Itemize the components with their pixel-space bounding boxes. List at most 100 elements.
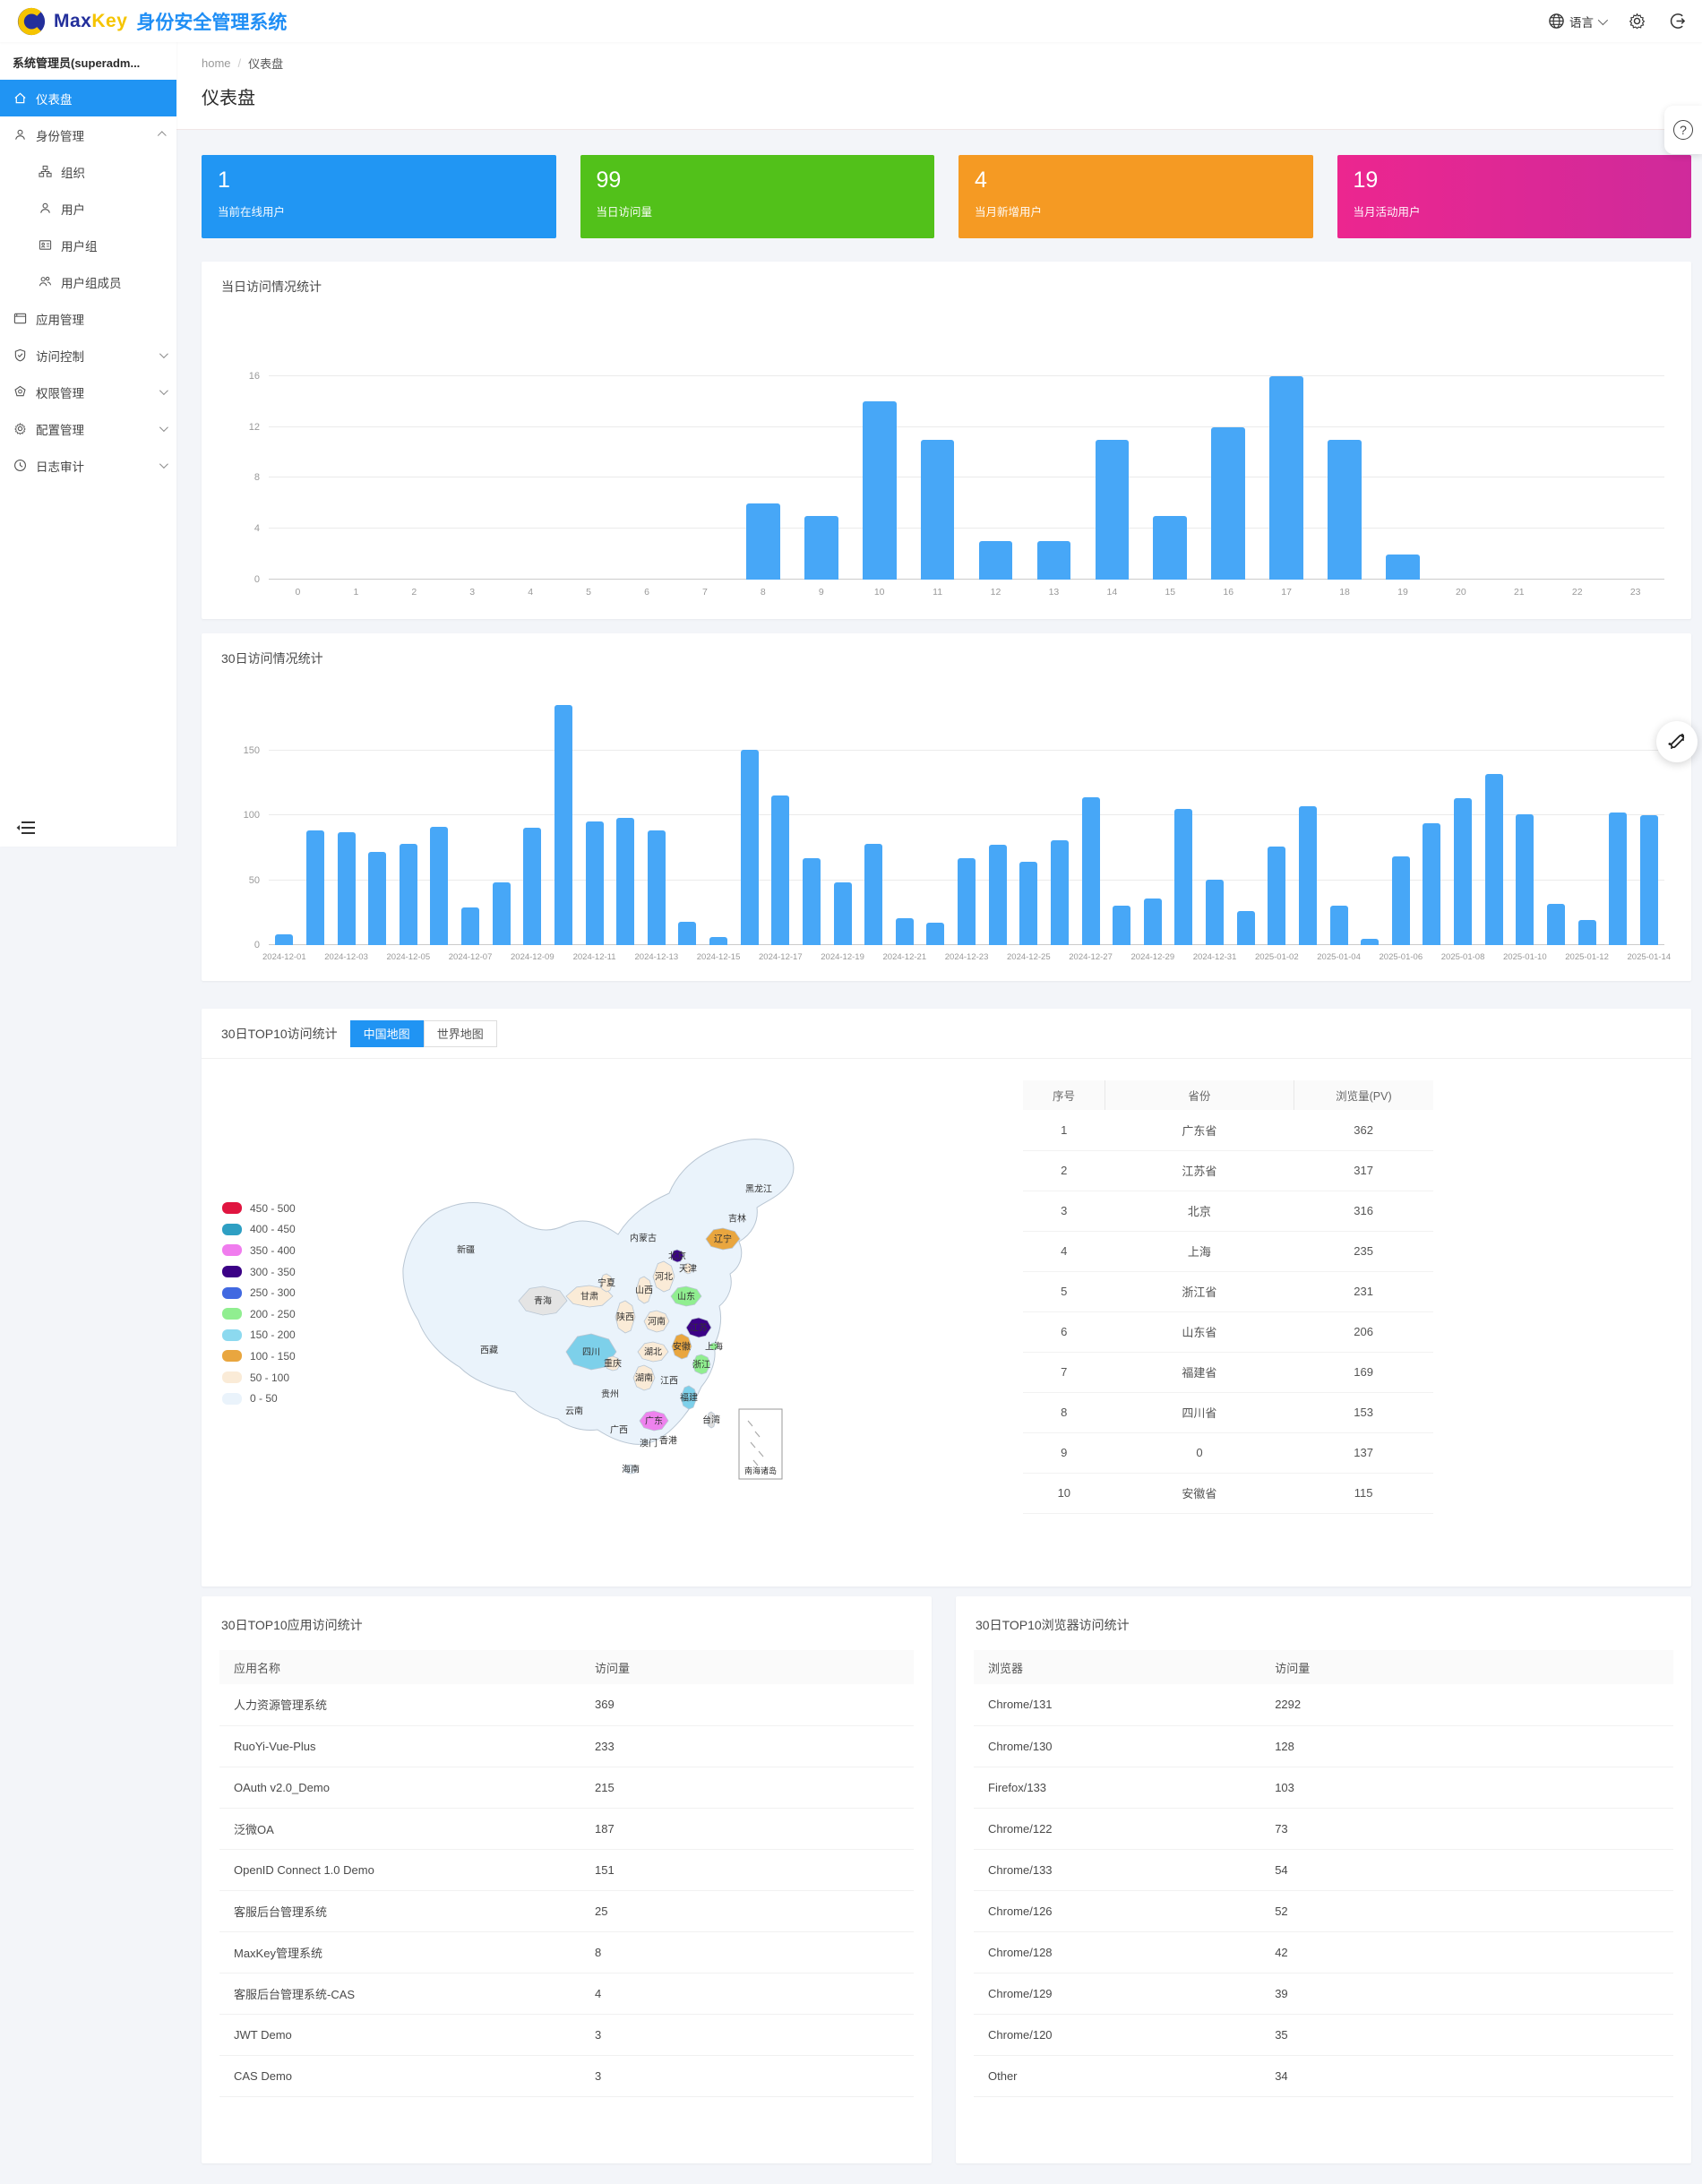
sidebar-item-access-control[interactable]: 访问控制 bbox=[0, 337, 176, 374]
bar-slot bbox=[579, 685, 610, 945]
sidebar-item-audit-logs[interactable]: 日志审计 bbox=[0, 447, 176, 484]
x-axis-label: 12 bbox=[967, 585, 1025, 601]
cell: MaxKey管理系统 bbox=[219, 1931, 580, 1973]
theme-wand-button[interactable] bbox=[1656, 721, 1698, 762]
province-label: 四川 bbox=[582, 1348, 600, 1358]
apps-table: 应用名称 访问量 人力资源管理系统369RuoYi-Vue-Plus233OAu… bbox=[219, 1650, 914, 2097]
bar-slot bbox=[327, 356, 385, 580]
cell: 34 bbox=[1260, 2055, 1673, 2096]
cell: 231 bbox=[1294, 1271, 1433, 1311]
bar bbox=[1361, 939, 1379, 945]
breadcrumb-home[interactable]: home bbox=[202, 56, 231, 70]
legend-swatch bbox=[222, 1224, 242, 1235]
province-label: 重庆 bbox=[604, 1358, 622, 1370]
sidebar-item-organization[interactable]: 组织 bbox=[0, 153, 176, 190]
badge-icon bbox=[13, 385, 27, 399]
cell: 115 bbox=[1294, 1473, 1433, 1513]
bar bbox=[1454, 798, 1472, 945]
bar-slot bbox=[1199, 356, 1258, 580]
bar-slot bbox=[827, 685, 858, 945]
bar bbox=[1299, 806, 1317, 945]
map-legend: 450 - 500400 - 450350 - 400300 - 350250 … bbox=[222, 1198, 296, 1409]
breadcrumb-separator: / bbox=[238, 56, 242, 70]
bars-area bbox=[269, 356, 1664, 580]
china-map[interactable]: 新疆西藏内蒙古黑龙江吉林青海甘肃宁夏陕西山西河北河南湖北湖南四川重庆山东江苏安徽… bbox=[354, 1116, 873, 1501]
monthly-visits-bar-chart: 0501001502024-12-012024-12-032024-12-052… bbox=[219, 687, 1673, 967]
bar bbox=[400, 844, 417, 945]
brand-name: MaxKey bbox=[54, 11, 127, 32]
sidebar-item-group-members[interactable]: 用户组成员 bbox=[0, 263, 176, 300]
language-selector[interactable]: 语言 bbox=[1548, 13, 1605, 30]
sidebar-item-applications[interactable]: 应用管理 bbox=[0, 300, 176, 337]
cell: 8 bbox=[580, 1931, 914, 1973]
stat-card-label: 当日访问量 bbox=[597, 202, 919, 219]
top-header: MaxKey 身份安全管理系统 语言 bbox=[0, 0, 1702, 42]
bar bbox=[1423, 823, 1440, 945]
col-rank: 序号 bbox=[1023, 1080, 1105, 1110]
top10-browsers-title: 30日TOP10浏览器访问统计 bbox=[956, 1596, 1691, 1650]
globe-icon bbox=[1548, 13, 1565, 30]
province-row: 90137 bbox=[1023, 1432, 1433, 1473]
bar-slot bbox=[982, 685, 1013, 945]
help-button[interactable]: ? bbox=[1664, 106, 1702, 154]
province-label: 河南 bbox=[648, 1316, 666, 1328]
browser-row: Chrome/12273 bbox=[974, 1808, 1673, 1849]
province-label: 海南 bbox=[622, 1464, 640, 1475]
sidebar-item-configuration[interactable]: 配置管理 bbox=[0, 410, 176, 447]
bar-slot bbox=[502, 356, 560, 580]
browser-row: Chrome/12842 bbox=[974, 1931, 1673, 1973]
x-axis-label: 2025-01-10 bbox=[1509, 950, 1541, 967]
sidebar-item-users[interactable]: 用户 bbox=[0, 190, 176, 227]
bar bbox=[1153, 516, 1187, 580]
y-axis-tick: 100 bbox=[219, 810, 260, 821]
cell: 3 bbox=[1023, 1191, 1105, 1231]
province-label: 广西 bbox=[610, 1425, 628, 1436]
cell: 8 bbox=[1023, 1392, 1105, 1432]
sidebar-item-user-groups[interactable]: 用户组 bbox=[0, 227, 176, 263]
province-label: 澳门 bbox=[640, 1438, 658, 1449]
bar-slot bbox=[1261, 685, 1293, 945]
sidebar-item-permissions[interactable]: 权限管理 bbox=[0, 374, 176, 410]
stat-cards-row: 1当前在线用户99当日访问量4当月新增用户19当月活动用户 bbox=[202, 155, 1691, 238]
map-tab-china[interactable]: 中国地图 bbox=[350, 1020, 424, 1047]
cell: 浙江省 bbox=[1105, 1271, 1294, 1311]
bar bbox=[461, 907, 479, 945]
bar bbox=[741, 750, 759, 945]
logout-icon[interactable] bbox=[1669, 13, 1686, 30]
top10-region-panel: 30日TOP10访问统计 中国地图世界地图 450 - 500400 - 450… bbox=[202, 1009, 1691, 1586]
province-label: 西藏 bbox=[480, 1346, 498, 1356]
bar bbox=[1269, 376, 1303, 580]
map-tab-world[interactable]: 世界地图 bbox=[424, 1020, 497, 1047]
language-label: 语言 bbox=[1569, 13, 1594, 30]
cell: 5 bbox=[1023, 1271, 1105, 1311]
sidebar-item-dashboard[interactable]: 仪表盘 bbox=[0, 80, 176, 116]
bar-slot bbox=[1603, 685, 1634, 945]
bar-slot bbox=[792, 356, 850, 580]
col-browser-visits: 访问量 bbox=[1260, 1650, 1673, 1684]
bar-slot bbox=[672, 685, 703, 945]
x-axis-label: 2024-12-05 bbox=[393, 950, 425, 967]
cell: 153 bbox=[1294, 1392, 1433, 1432]
bar-slot bbox=[517, 685, 548, 945]
sidebar-item-identity[interactable]: 身份管理 bbox=[0, 116, 176, 153]
app-row: 客服后台管理系统-CAS4 bbox=[219, 1973, 914, 2014]
cell: RuoYi-Vue-Plus bbox=[219, 1725, 580, 1767]
cell: 四川省 bbox=[1105, 1392, 1294, 1432]
cell: Chrome/130 bbox=[974, 1725, 1260, 1767]
bar bbox=[863, 401, 897, 580]
bar bbox=[746, 503, 780, 580]
bar-slot bbox=[1230, 685, 1261, 945]
x-axis-label: 17 bbox=[1258, 585, 1316, 601]
cell: 福建省 bbox=[1105, 1352, 1294, 1392]
today-visits-title: 当日访问情况统计 bbox=[221, 279, 322, 294]
bar-slot bbox=[951, 685, 983, 945]
legend-item: 400 - 450 bbox=[222, 1219, 296, 1241]
x-axis-label: 2024-12-25 bbox=[1013, 950, 1044, 967]
settings-gear-icon[interactable] bbox=[1629, 13, 1646, 30]
collapse-sidebar-icon[interactable] bbox=[16, 820, 36, 836]
bar-slot bbox=[1490, 356, 1548, 580]
legend-swatch bbox=[222, 1266, 242, 1277]
province-label: 浙江 bbox=[692, 1360, 710, 1371]
bar-slot bbox=[1571, 685, 1603, 945]
bar bbox=[1206, 880, 1224, 945]
